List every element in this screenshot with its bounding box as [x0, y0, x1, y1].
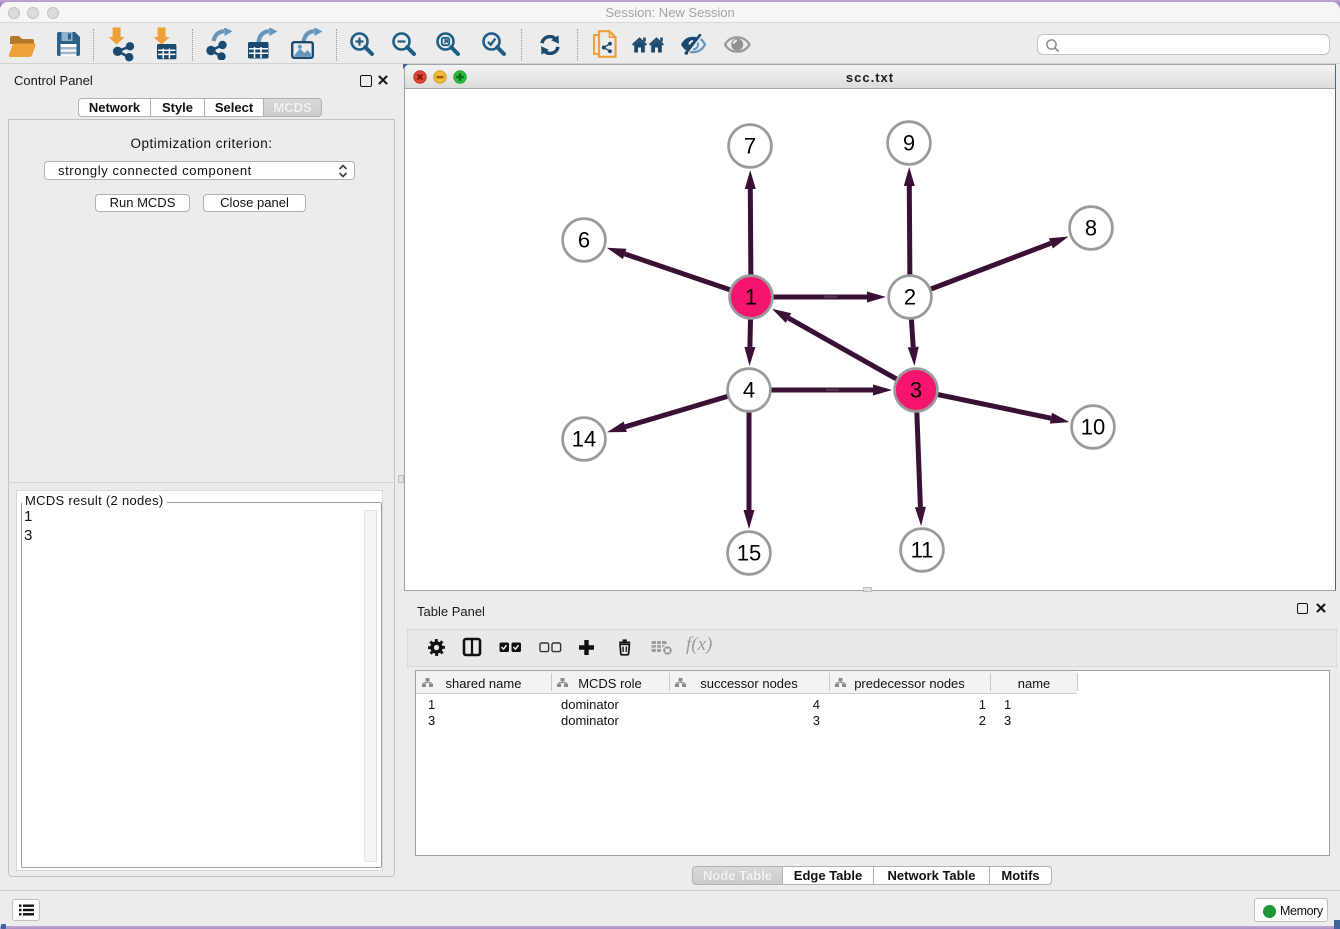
svg-text:1: 1: [745, 285, 757, 310]
svg-text:15: 15: [737, 541, 761, 566]
svg-text:2: 2: [904, 285, 916, 310]
svg-text:14: 14: [572, 427, 596, 452]
svg-text:4: 4: [743, 378, 755, 403]
svg-text:9: 9: [903, 131, 915, 156]
svg-text:6: 6: [578, 228, 590, 253]
svg-text:11: 11: [911, 538, 934, 563]
svg-text:3: 3: [910, 378, 922, 403]
svg-text:8: 8: [1085, 216, 1097, 241]
svg-text:10: 10: [1081, 415, 1105, 440]
svg-text:7: 7: [744, 134, 756, 159]
